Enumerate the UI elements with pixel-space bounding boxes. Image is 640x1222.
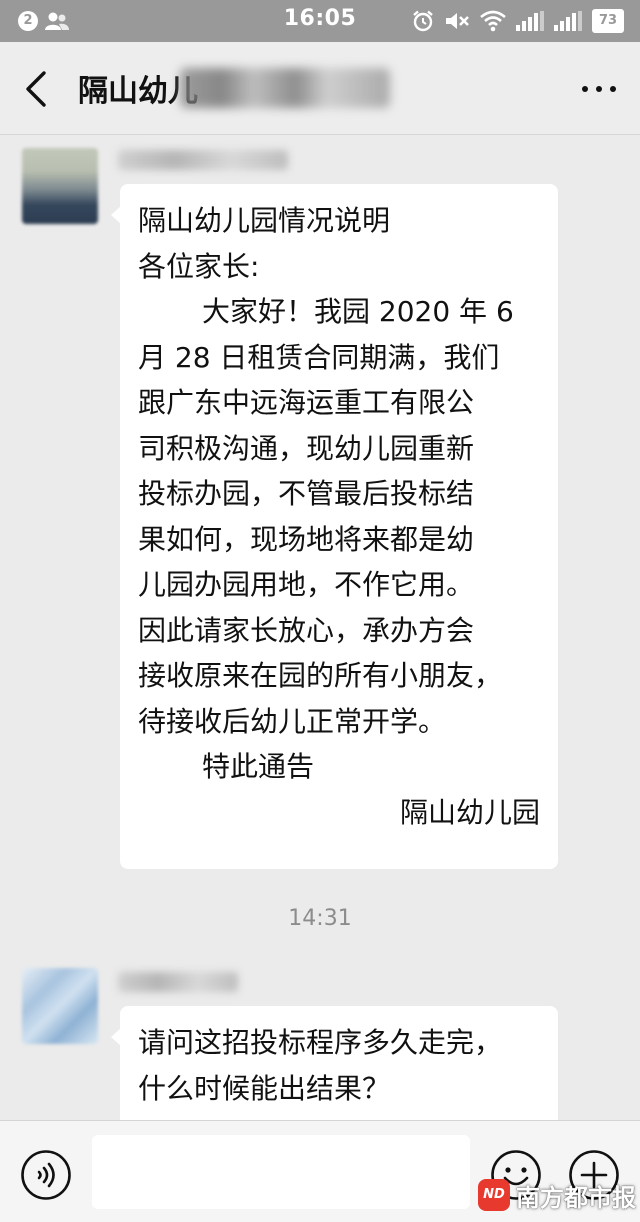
back-icon[interactable]: [22, 70, 50, 108]
message-line: 什么时候能出结果？: [138, 1071, 391, 1105]
mute-icon: [446, 13, 469, 29]
message-line: 各位家长:: [138, 249, 260, 283]
message-signature: 隔山幼儿园: [399, 795, 540, 829]
signal-icon: [554, 11, 582, 31]
message-line: 请问这招投标程序多久走完，: [138, 1026, 503, 1059]
sender-name-blur: [118, 972, 238, 992]
message-line: 大家好！我园 2020 年 6: [202, 295, 514, 328]
status-bar: 2 16:05 73: [0, 0, 640, 42]
message-line: 儿园办园用地，不作它用。: [138, 568, 475, 601]
message-line: 因此请家长放心，承办方会: [138, 613, 475, 647]
alarm-icon: [413, 10, 433, 32]
watermark: ND 南方都市报: [478, 1178, 636, 1212]
message-input[interactable]: [92, 1135, 470, 1209]
battery-icon: 73: [592, 9, 624, 33]
voice-icon[interactable]: [20, 1149, 72, 1201]
message-line: 月 28 日租赁合同期满，我们: [138, 340, 500, 374]
message-line: 接收原来在园的所有小朋友，: [138, 659, 503, 692]
signal-icon: [516, 11, 544, 31]
message-line: 跟广东中远海运重工有限公: [138, 386, 475, 419]
wifi-icon: [480, 10, 506, 32]
sender-name-blur: [118, 150, 288, 170]
message-line: 待接收后幼儿正常开学。: [138, 704, 447, 738]
watermark-logo: ND: [478, 1179, 510, 1211]
chat-header: 隔山幼儿: [0, 42, 640, 135]
avatar[interactable]: [22, 148, 98, 224]
title-blur: [180, 68, 390, 108]
watermark-text: 南方都市报: [516, 1183, 636, 1212]
message-bubble[interactable]: 隔山幼儿园情况说明 各位家长: 大家好！我园 2020 年 6 月 28 日租赁…: [111, 184, 558, 869]
avatar[interactable]: [22, 968, 98, 1044]
message-line: 投标办园，不管最后投标结: [138, 477, 475, 510]
message-line: 特此通告: [202, 750, 315, 783]
message-line: 果如何，现场地将来都是幼: [138, 522, 475, 556]
more-icon[interactable]: [582, 86, 616, 92]
message-line: 隔山幼儿园情况说明: [138, 204, 391, 237]
message-line: 司积极沟通，现幼儿园重新: [138, 431, 475, 465]
message-timestamp: 14:31: [288, 906, 352, 931]
